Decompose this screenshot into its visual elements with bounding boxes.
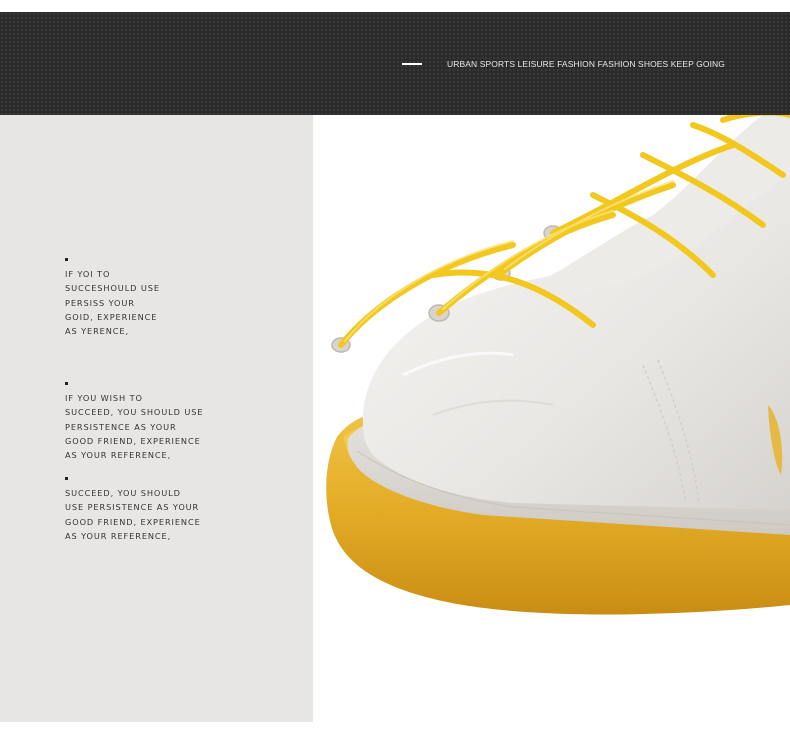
header-dash bbox=[402, 63, 422, 65]
text-block-1: IF YOI TO SUCCESHOULD USE PERSISS YOUR G… bbox=[65, 258, 160, 338]
bullet-marker bbox=[65, 258, 68, 261]
bullet-marker bbox=[65, 382, 68, 385]
text-line: SUCCESHOULD USE bbox=[65, 283, 160, 294]
bullet-marker bbox=[65, 477, 68, 480]
text-line: GOOD FRIEND, EXPERIENCE bbox=[65, 516, 201, 527]
text-block-3: SUCCEED, YOU SHOULD USE PERSISTENCE AS Y… bbox=[65, 477, 201, 543]
text-line: SUCCEED, YOU SHOULD bbox=[65, 488, 181, 498]
text-line: SUCCEED, YOU SHOULD USE bbox=[65, 407, 204, 418]
text-line: PERSISS YOUR bbox=[65, 297, 135, 308]
shoe-photo bbox=[313, 115, 790, 743]
text-block-2: IF YOU WISH TO SUCCEED, YOU SHOULD USE P… bbox=[65, 382, 203, 462]
text-line: GOOD FRIEND, EXPERIENCE bbox=[65, 435, 201, 446]
header-tagline: URBAN SPORTS LEISURE FASHION FASHION SHO… bbox=[447, 59, 725, 69]
text-line: AS YOUR REFERENCE, bbox=[65, 450, 172, 461]
text-line: AS YOUR REFERENCE, bbox=[65, 530, 172, 541]
text-line: GOID, EXPERIENCE bbox=[65, 311, 158, 322]
text-line: IF YOU WISH TO bbox=[65, 393, 143, 403]
shoe-illustration bbox=[326, 115, 790, 615]
text-line: IF YOI TO bbox=[65, 269, 111, 279]
text-line: PERSISTENCE AS YOUR bbox=[65, 421, 177, 432]
text-line: AS YERENCE, bbox=[65, 326, 129, 337]
product-detail-page: URBAN SPORTS LEISURE FASHION FASHION SHO… bbox=[0, 0, 790, 743]
text-line: USE PERSISTENCE AS YOUR bbox=[65, 502, 200, 513]
